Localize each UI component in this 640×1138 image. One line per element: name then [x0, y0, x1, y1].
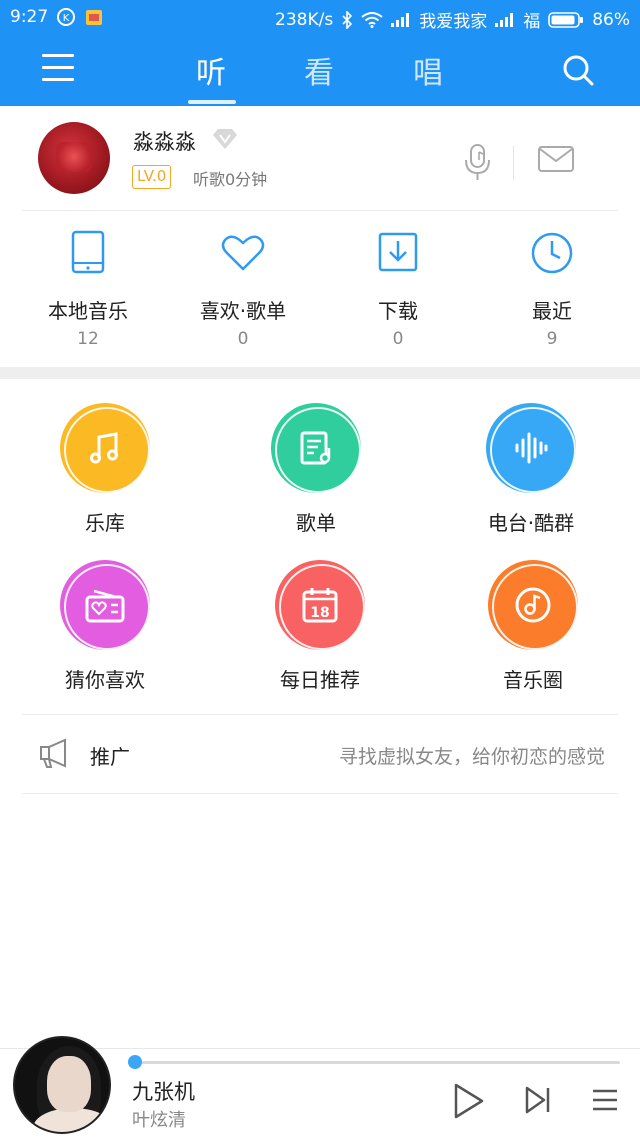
- play-icon[interactable]: [450, 1082, 486, 1124]
- promo-text[interactable]: 寻找虚拟女友，给你初恋的感觉: [339, 742, 605, 769]
- signal-icon: [495, 12, 515, 27]
- grid-item-label: 乐库: [85, 511, 125, 535]
- carrier-1: 我爱我家: [419, 12, 488, 32]
- quick-entry-label: 下载: [378, 299, 418, 323]
- quick-entry-favorites[interactable]: 喜欢·歌单 0: [163, 211, 323, 367]
- song-title[interactable]: 九张机: [132, 1076, 195, 1106]
- radio-heart-icon: [60, 560, 150, 650]
- tab-sing[interactable]: 唱: [413, 48, 443, 92]
- tab-watch[interactable]: 看: [304, 48, 334, 92]
- grid-item-label: 电台·酷群: [487, 511, 575, 535]
- quick-entry-recent[interactable]: 最近 9: [472, 211, 632, 367]
- mini-player: 九张机 叶炫清: [0, 1036, 640, 1138]
- music-circle-icon: [488, 560, 578, 650]
- svg-text:K: K: [63, 13, 70, 24]
- next-track-icon[interactable]: [523, 1085, 553, 1119]
- top-nav: 听 看 唱: [0, 36, 640, 106]
- level-badge[interactable]: LV.0: [132, 165, 172, 189]
- music-note-icon: [60, 403, 150, 493]
- menu-icon[interactable]: [42, 54, 74, 84]
- username[interactable]: 淼淼淼: [133, 126, 196, 156]
- grid-item-playlist[interactable]: 歌单: [216, 403, 416, 553]
- quick-entry-count: 9: [546, 329, 558, 349]
- calendar-icon: 18: [275, 560, 365, 650]
- grid-item-guess-you-like[interactable]: 猜你喜欢: [5, 560, 205, 710]
- quick-entry-label: 最近: [532, 299, 572, 323]
- download-icon: [374, 229, 422, 277]
- soundwave-icon: [486, 403, 576, 493]
- album-cover[interactable]: [13, 1036, 111, 1134]
- grid-item-label: 音乐圈: [503, 668, 563, 692]
- bluetooth-icon: [341, 10, 353, 29]
- profile-section: 淼淼淼 LV.0 听歌0分钟: [0, 106, 640, 210]
- listen-time: 听歌0分钟: [193, 170, 268, 189]
- network-speed: 238K/s: [275, 9, 334, 30]
- grid-item-label: 歌单: [296, 511, 336, 535]
- divider: [22, 793, 618, 794]
- calendar-day: 18: [310, 605, 329, 621]
- tab-listen[interactable]: 听: [196, 48, 226, 92]
- grid-item-music-circle[interactable]: 音乐圈: [433, 560, 633, 710]
- vip-diamond-icon[interactable]: [210, 128, 240, 154]
- quick-entry-count: 12: [77, 329, 99, 349]
- quick-entry-local-music[interactable]: 本地音乐 12: [8, 211, 168, 367]
- playlist-queue-icon[interactable]: [590, 1086, 620, 1120]
- quick-entry-download[interactable]: 下载 0: [318, 211, 478, 367]
- clock-icon: [528, 229, 576, 277]
- battery-icon: [548, 11, 584, 28]
- section-gap: [0, 367, 640, 379]
- microphone-icon[interactable]: [460, 142, 496, 186]
- grid-item-library[interactable]: 乐库: [5, 403, 205, 553]
- status-bar: 9:27 K 238K/s 我爱我家 福 86%: [0, 0, 640, 36]
- quick-entry-label: 喜欢·歌单: [199, 299, 287, 323]
- grid-item-label: 每日推荐: [280, 668, 360, 692]
- gift-notification-icon: [84, 7, 104, 27]
- grid-item-label: 猜你喜欢: [65, 668, 145, 692]
- promo-label: 推广: [90, 745, 130, 769]
- avatar[interactable]: [38, 122, 110, 194]
- carrier-2: 福: [523, 12, 541, 32]
- grid-item-radio[interactable]: 电台·酷群: [431, 403, 631, 553]
- progress-knob[interactable]: [127, 1055, 142, 1069]
- search-icon[interactable]: [560, 52, 596, 88]
- signal-icon: [391, 12, 411, 27]
- quick-entries: 本地音乐 12 喜欢·歌单 0 下载 0 最近 9: [0, 211, 640, 367]
- divider: [513, 146, 514, 180]
- top-bar: 9:27 K 238K/s 我爱我家 福 86% 听 看 唱: [0, 0, 640, 106]
- promo-row[interactable]: 推广 寻找虚拟女友，给你初恋的感觉: [0, 715, 640, 793]
- quick-entry-count: 0: [237, 329, 249, 349]
- megaphone-icon: [37, 737, 71, 773]
- playlist-icon: [271, 403, 361, 493]
- quick-entry-count: 0: [392, 329, 404, 349]
- heart-icon: [219, 229, 267, 277]
- mail-icon[interactable]: [537, 144, 575, 178]
- artist-name[interactable]: 叶炫清: [132, 1106, 186, 1132]
- active-tab-indicator: [188, 100, 236, 104]
- progress-bar[interactable]: [127, 1055, 620, 1069]
- grid-item-daily-recommend[interactable]: 18 每日推荐: [220, 560, 420, 710]
- wifi-icon: [361, 11, 383, 28]
- battery-percent: 86%: [592, 9, 630, 30]
- kugou-notification-icon: K: [56, 7, 76, 27]
- phone-icon: [64, 229, 112, 277]
- status-time: 9:27: [10, 7, 49, 27]
- quick-entry-label: 本地音乐: [48, 299, 128, 323]
